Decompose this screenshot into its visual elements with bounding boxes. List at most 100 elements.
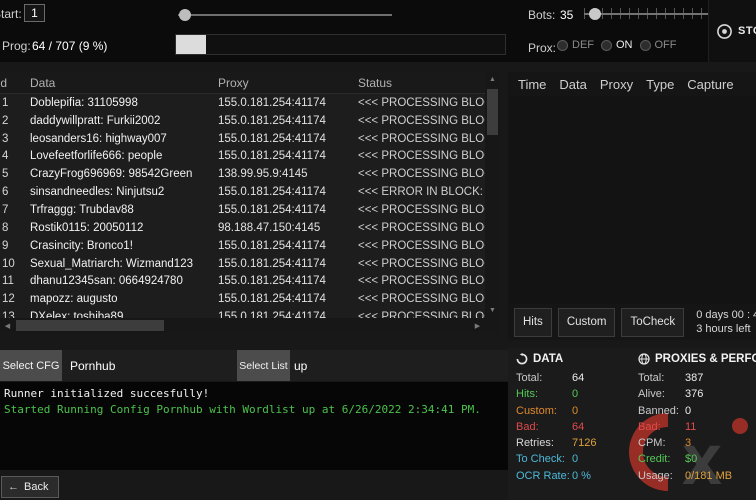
hits-table-header: Time Data Proxy Type Capture — [508, 72, 756, 96]
cell-proxy: 155.0.181.254:41174 — [218, 275, 358, 287]
progress-label: Prog: — [2, 39, 31, 53]
scroll-right-icon[interactable]: ▶ — [470, 318, 485, 333]
header-status[interactable]: Status — [358, 76, 500, 90]
stat-line: Hits:0 — [516, 386, 636, 402]
config-name-field[interactable]: Pornhub — [62, 350, 237, 381]
table-row[interactable]: 8Rostik0115: 2005011298.188.47.150:4145<… — [0, 219, 485, 237]
table-row[interactable]: 1Doblepifia: 31105998155.0.181.254:41174… — [0, 94, 485, 112]
hits-header-time[interactable]: Time — [518, 77, 546, 92]
proxy-mode-group: DEF ON OFF — [557, 39, 677, 51]
table-row[interactable]: 12mapozz: augusto155.0.181.254:41174<<< … — [0, 290, 485, 308]
table-row[interactable]: 2daddywillpratt: Furkii2002155.0.181.254… — [0, 112, 485, 130]
vertical-scrollbar[interactable]: ▲ ▼ — [485, 72, 500, 318]
custom-button[interactable]: Custom — [558, 308, 616, 337]
stat-value: 64 — [572, 372, 584, 384]
start-slider-track — [178, 14, 392, 16]
header-data[interactable]: Data — [30, 76, 218, 90]
data-stat-items: Total:64Hits:0Custom:0Bad:64Retries:7126… — [516, 370, 636, 484]
cell-id: 5 — [2, 168, 30, 180]
stat-line: To Check:0 — [516, 451, 636, 467]
cell-data: daddywillpratt: Furkii2002 — [30, 115, 218, 127]
scroll-left-icon[interactable]: ◀ — [0, 318, 15, 333]
elapsed-time: 0 days 00 : 40 — [696, 308, 756, 322]
cell-data: Sexual_Matriarch: Wizmand123 — [30, 258, 218, 270]
table-row[interactable]: 10Sexual_Matriarch: Wizmand123155.0.181.… — [0, 255, 485, 273]
stop-button[interactable]: STOP — [708, 0, 756, 62]
data-section-title: DATA — [533, 353, 563, 365]
stat-label: OCR Rate: — [516, 468, 572, 484]
proxies-stats-section: PROXIES & PERFORMANCE Total:387Alive:376… — [638, 353, 756, 484]
wordlist-name-field[interactable]: up — [290, 350, 508, 381]
hits-header-proxy[interactable]: Proxy — [600, 77, 633, 92]
stat-value: 0/181 MB — [685, 470, 732, 482]
stat-line: Total:387 — [638, 370, 756, 386]
proxy-mode-off[interactable]: OFF — [640, 39, 677, 51]
timer: 0 days 00 : 40 3 hours left — [696, 308, 756, 336]
log-console: Runner initialized succesfully!Started R… — [0, 382, 508, 470]
header-proxy[interactable]: Proxy — [218, 76, 358, 90]
stat-line: Usage:0/181 MB — [638, 468, 756, 484]
stat-line: Bad:64 — [516, 419, 636, 435]
cell-status: <<< PROCESSING BLOCK — [358, 258, 485, 270]
stat-line: CPM:3 — [638, 435, 756, 451]
stat-label: Usage: — [638, 468, 685, 484]
bots-label: Bots: — [528, 8, 555, 22]
stat-value: 64 — [572, 421, 584, 433]
cell-proxy: 155.0.181.254:41174 — [218, 97, 358, 109]
horizontal-scrollbar-thumb[interactable] — [16, 320, 164, 331]
stat-label: Total: — [516, 370, 572, 386]
table-row[interactable]: 4Lovefeetforlife666: people155.0.181.254… — [0, 148, 485, 166]
stat-value: 376 — [685, 388, 703, 400]
hits-header-capture[interactable]: Capture — [687, 77, 733, 92]
stat-label: Hits: — [516, 386, 572, 402]
back-button-label: Back — [24, 481, 48, 493]
bots-slider-track — [584, 13, 712, 15]
cell-id: 2 — [2, 115, 30, 127]
stat-value: 0 — [572, 405, 578, 417]
hits-header-type[interactable]: Type — [646, 77, 674, 92]
table-row[interactable]: 6sinsandneedles: Ninjutsu2155.0.181.254:… — [0, 183, 485, 201]
header-id[interactable]: Id — [0, 76, 30, 90]
stat-label: Bad: — [516, 419, 572, 435]
cell-status: <<< PROCESSING BLOCK — [358, 293, 485, 305]
table-row[interactable]: 7Trfraggg: Trubdav88155.0.181.254:41174<… — [0, 201, 485, 219]
horizontal-scrollbar[interactable]: ◀ ▶ — [0, 318, 485, 333]
back-button[interactable]: ← Back — [1, 476, 59, 498]
select-list-button[interactable]: Select List — [237, 350, 290, 381]
scroll-up-icon[interactable]: ▲ — [485, 72, 500, 87]
table-row[interactable]: 13DXelex: toshiba89155.0.181.254:41174<<… — [0, 308, 485, 318]
stat-line: Bad:11 — [638, 419, 756, 435]
stat-value: $0 — [685, 453, 697, 465]
cell-status: <<< ERROR IN BLOCK: R — [358, 186, 485, 198]
cell-status: <<< PROCESSING BLOCK — [358, 97, 485, 109]
tocheck-button[interactable]: ToCheck — [621, 308, 684, 337]
cell-proxy: 155.0.181.254:41174 — [218, 258, 358, 270]
results-table-header: Id Data Proxy Status — [0, 72, 500, 94]
stat-label: Alive: — [638, 386, 685, 402]
table-row[interactable]: 3leosanders16: highway007155.0.181.254:4… — [0, 130, 485, 148]
cell-data: DXelex: toshiba89 — [30, 311, 218, 318]
start-input[interactable] — [24, 4, 45, 22]
refresh-icon — [516, 353, 528, 365]
select-cfg-button[interactable]: Select CFG — [0, 350, 62, 381]
table-row[interactable]: 11dhanu12345san: 0664924780155.0.181.254… — [0, 272, 485, 290]
runner-window: Start: Bots: 35 STOP Prog: 64 / 707 (9 %… — [0, 0, 756, 500]
cell-status: <<< PROCESSING BLOCK — [358, 150, 485, 162]
results-table-body: 1Doblepifia: 31105998155.0.181.254:41174… — [0, 94, 485, 318]
hits-button[interactable]: Hits — [514, 308, 552, 337]
vertical-scrollbar-thumb[interactable] — [487, 89, 498, 135]
radio-icon — [640, 40, 651, 51]
scroll-down-icon[interactable]: ▼ — [485, 303, 500, 318]
proxy-mode-on[interactable]: ON — [601, 39, 633, 51]
table-row[interactable]: 9Crasincity: Bronco1!155.0.181.254:41174… — [0, 237, 485, 255]
stat-line: Custom:0 — [516, 403, 636, 419]
cell-proxy: 155.0.181.254:41174 — [218, 204, 358, 216]
proxy-mode-def[interactable]: DEF — [557, 39, 594, 51]
start-slider-thumb[interactable] — [179, 9, 191, 21]
start-slider[interactable] — [178, 8, 392, 22]
bots-slider[interactable] — [584, 5, 712, 23]
cell-id: 13 — [2, 311, 30, 318]
hits-header-data[interactable]: Data — [559, 77, 586, 92]
table-row[interactable]: 5CrazyFrog696969: 98542Green138.99.95.9:… — [0, 165, 485, 183]
bots-slider-thumb[interactable] — [589, 8, 601, 20]
